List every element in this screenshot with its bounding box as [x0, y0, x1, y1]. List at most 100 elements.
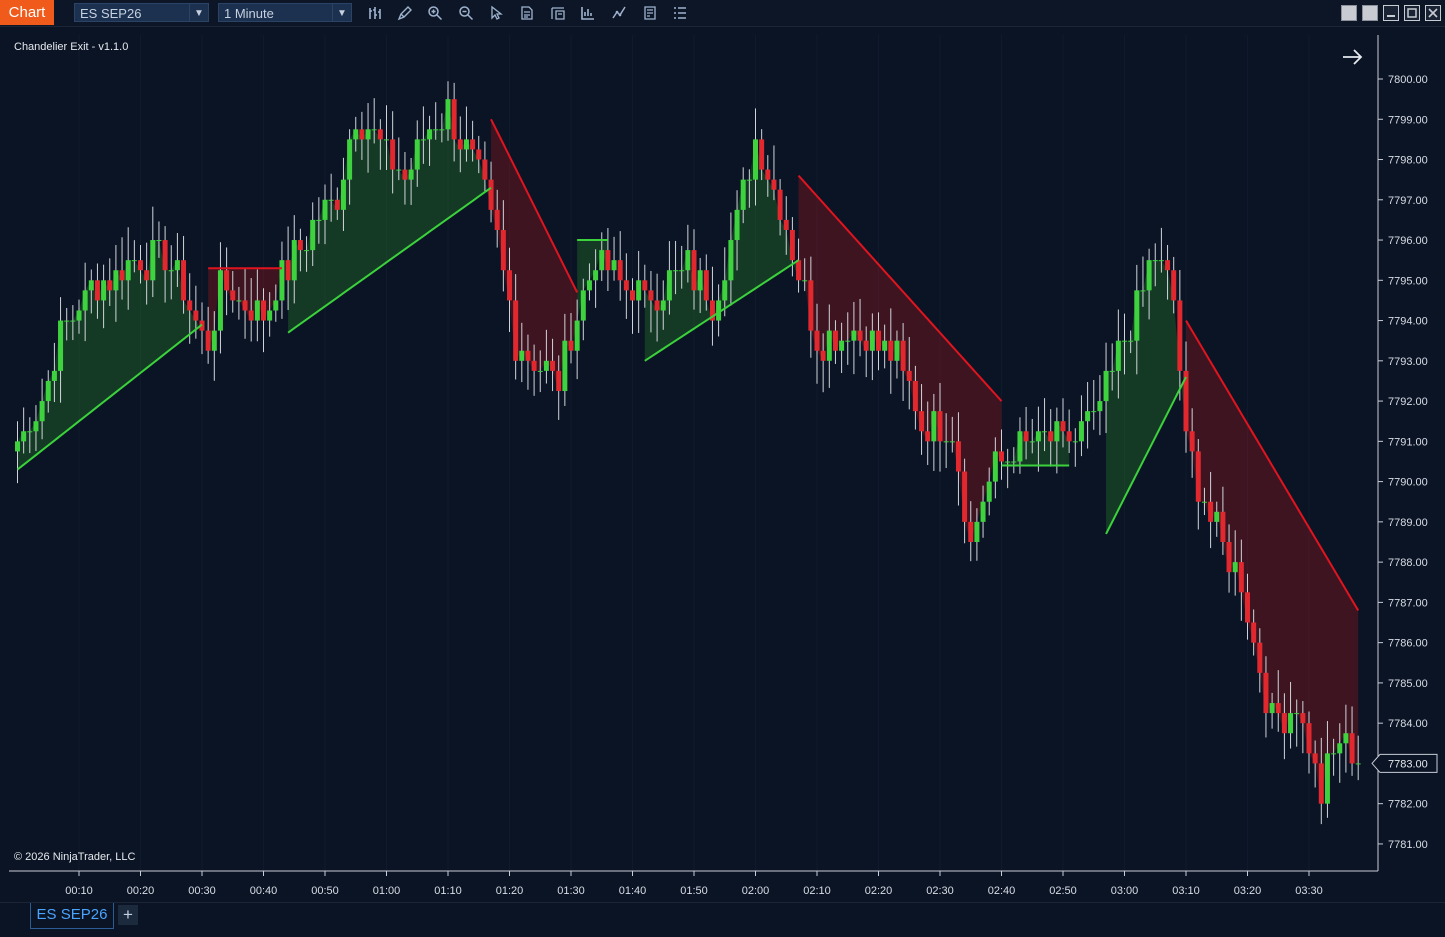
candle-body [980, 501, 986, 522]
y-tick-label: 7796.00 [1388, 235, 1428, 247]
candle-body [955, 441, 961, 472]
candle-body [636, 280, 642, 301]
y-tick-label: 7788.00 [1388, 557, 1428, 569]
candle-body [144, 270, 150, 281]
candle-body [297, 240, 303, 251]
candle-body [1300, 713, 1306, 724]
data-box-icon[interactable] [516, 3, 538, 23]
close-button[interactable] [1425, 5, 1441, 21]
candle-body [1158, 260, 1164, 262]
instrument-selector[interactable]: ES SEP26 ▼ [74, 3, 209, 22]
candle-body [740, 179, 746, 210]
candle-body [353, 129, 359, 140]
candle-body [1220, 511, 1226, 542]
maximize-button[interactable] [1404, 5, 1420, 21]
zoom-in-icon[interactable] [424, 3, 446, 23]
candle-body [76, 310, 82, 321]
candle-body [562, 340, 568, 392]
candle-body [156, 240, 162, 242]
candle-body [64, 320, 70, 322]
properties-icon[interactable] [639, 3, 661, 23]
candle-body [1091, 411, 1097, 413]
tab-es-sep26[interactable]: ES SEP26 [30, 903, 114, 929]
window-tile-button[interactable] [1341, 5, 1357, 21]
candle-body [181, 260, 187, 301]
x-tick-label: 00:30 [188, 885, 216, 897]
candle-body [1288, 713, 1294, 734]
bar-type-icon[interactable] [364, 3, 386, 23]
candle-body [1208, 501, 1214, 522]
candle-body [586, 280, 592, 291]
menu-list-icon[interactable] [669, 3, 691, 23]
chart-menu-button[interactable]: Chart [0, 0, 54, 25]
candle-body [1011, 461, 1017, 463]
candle-body [340, 179, 346, 210]
window-link-button[interactable] [1362, 5, 1378, 21]
chart-trader-icon[interactable] [547, 3, 569, 23]
candle-body [211, 330, 217, 351]
candle-body [58, 320, 64, 371]
pencil-icon[interactable] [394, 3, 416, 23]
candle-body [420, 139, 426, 141]
candle-body [33, 421, 39, 432]
candle-body [617, 260, 623, 281]
candle-body [1165, 260, 1171, 271]
candle-body [1269, 703, 1275, 714]
candle-body [513, 300, 519, 361]
candle-body [193, 310, 199, 321]
candle-body [759, 139, 765, 170]
candle-body [500, 229, 506, 271]
add-tab-button[interactable]: + [118, 905, 138, 925]
candle-body [992, 451, 998, 482]
candle-body [1189, 431, 1195, 452]
chevron-down-icon[interactable]: ▼ [332, 4, 351, 21]
candle-body [1257, 642, 1263, 673]
candle-body [433, 129, 439, 131]
candle-body [869, 330, 875, 351]
candle-body [1324, 753, 1330, 804]
candle-body [814, 330, 820, 351]
candle-body [1263, 672, 1269, 714]
candle-body [876, 330, 881, 351]
candle-body [556, 370, 562, 392]
tab-bar: ES SEP26 + [0, 902, 1445, 937]
price-chart[interactable]: 7800.00 7799.00 7798.00 7797.00 7796.00 7795.… [0, 27, 1445, 902]
candle-body [728, 240, 734, 281]
candle-body [439, 129, 445, 131]
candle-body [962, 471, 968, 522]
candle-body [568, 340, 574, 351]
candle-body [70, 320, 76, 322]
x-tick-label: 03:10 [1172, 885, 1200, 897]
candle-body [1060, 421, 1066, 432]
candle-body [666, 270, 672, 301]
candle-body [1214, 511, 1220, 522]
candle-body [765, 169, 771, 180]
candle-body [150, 240, 156, 281]
candle-body [1251, 622, 1257, 643]
interval-selector[interactable]: 1 Minute ▼ [218, 3, 352, 22]
candle-body [925, 431, 931, 442]
candle-body [1152, 260, 1158, 262]
y-tick-label: 7785.00 [1388, 678, 1428, 690]
candle-body [205, 330, 211, 351]
indicators-icon[interactable] [608, 3, 630, 23]
candle-body [771, 179, 777, 190]
y-tick-label: 7798.00 [1388, 155, 1428, 167]
x-tick-label: 02:40 [988, 885, 1016, 897]
candle-body [599, 250, 605, 271]
candle-body [802, 280, 808, 282]
candle-body [101, 280, 107, 301]
zoom-out-icon[interactable] [455, 3, 477, 23]
y-tick-label: 7786.00 [1388, 638, 1428, 650]
candle-body [1275, 703, 1281, 714]
candle-body [217, 270, 223, 331]
candle-body [1072, 441, 1078, 443]
chevron-down-icon[interactable]: ▼ [189, 4, 208, 21]
minimize-button[interactable] [1383, 5, 1399, 21]
y-tick-label: 7789.00 [1388, 517, 1428, 529]
candle-body [906, 370, 912, 381]
pointer-icon[interactable] [485, 3, 507, 23]
candle-body [402, 169, 408, 180]
strategies-icon[interactable] [577, 3, 599, 23]
candle-body [1042, 431, 1048, 433]
